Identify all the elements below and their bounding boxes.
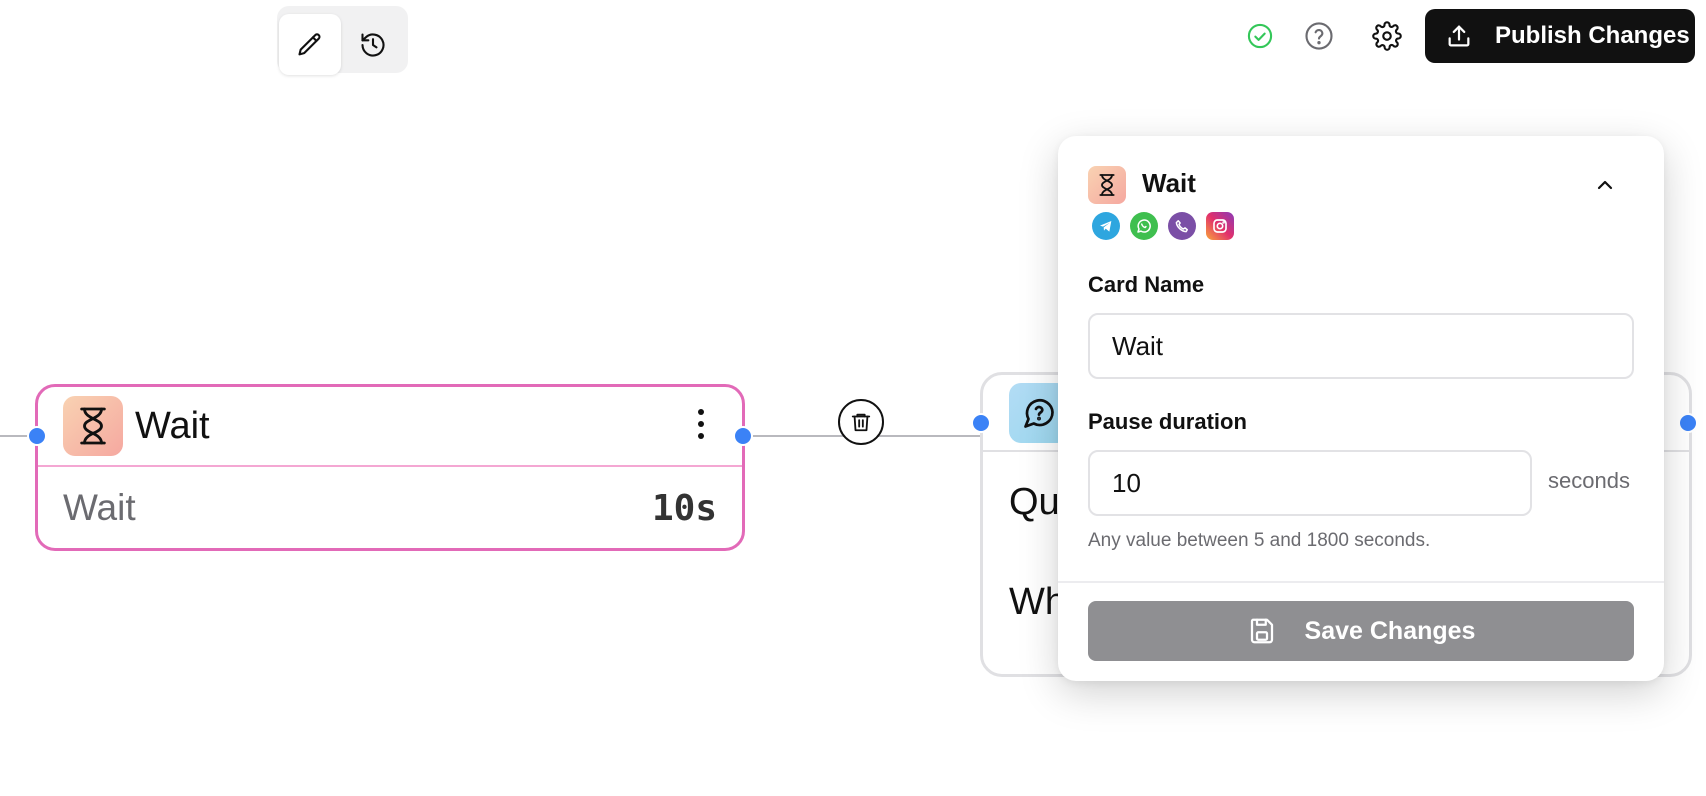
wait-node-card[interactable]: Wait Wait 10s bbox=[35, 384, 745, 551]
history-button[interactable] bbox=[342, 14, 404, 75]
mode-toggle-group bbox=[277, 6, 408, 75]
history-icon bbox=[361, 32, 385, 57]
whatsapp-icon bbox=[1130, 212, 1158, 240]
wait-node-output-handle[interactable] bbox=[733, 426, 753, 446]
trash-icon bbox=[851, 413, 871, 432]
publish-changes-button[interactable]: Publish Changes bbox=[1425, 9, 1695, 63]
card-name-input[interactable]: Wait bbox=[1088, 313, 1634, 379]
upload-icon bbox=[1448, 25, 1470, 47]
viber-icon bbox=[1168, 212, 1196, 240]
quiz-node-output-handle[interactable] bbox=[1678, 413, 1698, 433]
wait-settings-panel: Wait Card Name Wait Pause duration 10 se… bbox=[1058, 136, 1664, 681]
wait-node-body: Wait 10s bbox=[38, 467, 742, 549]
more-options-icon[interactable] bbox=[698, 409, 704, 439]
edit-mode-button[interactable] bbox=[279, 14, 341, 75]
pause-help-text: Any value between 5 and 1800 seconds. bbox=[1088, 530, 1431, 551]
status-button[interactable] bbox=[1240, 16, 1280, 56]
check-circle-icon bbox=[1247, 23, 1273, 49]
collapse-panel-button[interactable] bbox=[1588, 168, 1622, 202]
gear-icon bbox=[1372, 21, 1402, 51]
pause-unit-label: seconds bbox=[1548, 468, 1630, 493]
wait-node-label: Wait bbox=[63, 487, 136, 528]
quiz-node-input-handle[interactable] bbox=[971, 413, 991, 433]
hourglass-icon bbox=[63, 396, 123, 456]
question-circle-icon bbox=[1305, 22, 1333, 50]
save-changes-button[interactable]: Save Changes bbox=[1088, 601, 1634, 661]
chevron-up-icon bbox=[1597, 180, 1613, 190]
pencil-icon bbox=[298, 32, 321, 55]
telegram-icon bbox=[1092, 212, 1120, 240]
hourglass-icon bbox=[1088, 166, 1126, 204]
instagram-icon bbox=[1206, 212, 1234, 240]
wait-node-title: Wait bbox=[135, 404, 210, 447]
wait-node-header: Wait bbox=[38, 387, 742, 467]
wait-node-value: 10s bbox=[651, 487, 717, 529]
pause-duration-label: Pause duration bbox=[1088, 409, 1247, 434]
save-changes-label: Save Changes bbox=[1304, 616, 1476, 645]
edge-in bbox=[0, 435, 30, 437]
help-button[interactable] bbox=[1299, 16, 1339, 56]
floppy-disk-icon bbox=[1250, 618, 1273, 644]
publish-label: Publish Changes bbox=[1495, 22, 1690, 49]
wait-node-input-handle[interactable] bbox=[27, 426, 47, 446]
card-name-label: Card Name bbox=[1088, 272, 1205, 297]
settings-button[interactable] bbox=[1367, 16, 1407, 56]
panel-title: Wait bbox=[1142, 168, 1196, 198]
panel-divider bbox=[1058, 581, 1664, 583]
pause-duration-input[interactable]: 10 bbox=[1088, 450, 1532, 516]
delete-edge-button[interactable] bbox=[838, 399, 884, 445]
